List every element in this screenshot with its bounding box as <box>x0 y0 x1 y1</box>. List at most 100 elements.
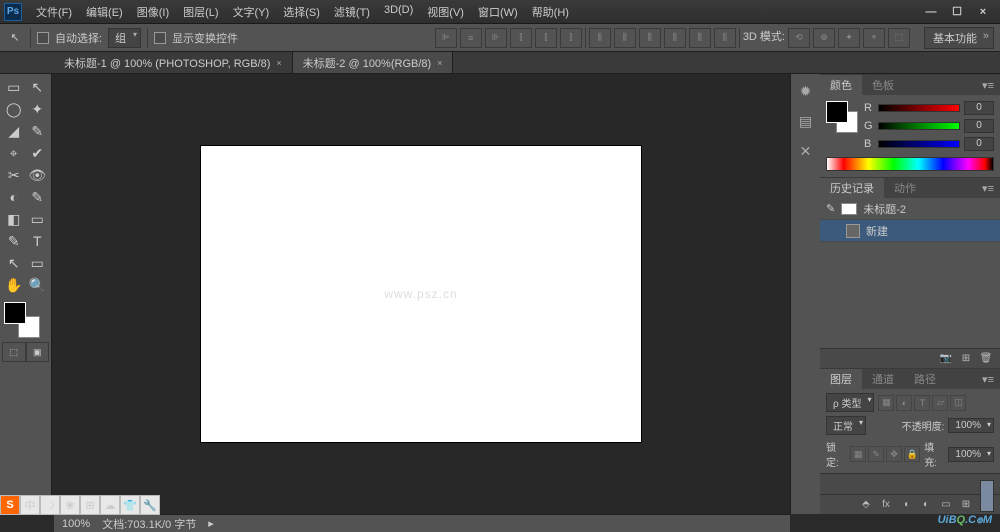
link-icon[interactable]: ⬘ <box>858 498 874 512</box>
menu-view[interactable]: 视图(V) <box>421 2 470 22</box>
fg-swatch[interactable] <box>826 101 848 123</box>
layers-tab[interactable]: 图层 <box>820 369 862 389</box>
document-canvas[interactable] <box>201 146 641 442</box>
filter-adjust-icon[interactable]: ◐ <box>896 395 912 411</box>
shape-tool[interactable]: ▭ <box>26 252 50 274</box>
trash-icon[interactable]: 🗑 <box>978 352 994 366</box>
menu-image[interactable]: 图像(I) <box>131 2 175 22</box>
align-icon[interactable]: ⫿ <box>560 28 582 48</box>
paths-tab[interactable]: 路径 <box>904 369 946 389</box>
doc-info[interactable]: 文档:703.1K/0 字节 <box>102 516 196 532</box>
3d-mode-icon[interactable]: ⌖ <box>863 28 885 48</box>
screenmode-button[interactable]: ▣ <box>26 342 50 362</box>
layer-thumb[interactable] <box>980 480 994 512</box>
filter-smart-icon[interactable]: ◫ <box>950 395 966 411</box>
opacity-value[interactable]: 100% <box>948 418 994 433</box>
fx-icon[interactable]: fx <box>878 498 894 512</box>
menu-file[interactable]: 文件(F) <box>30 2 78 22</box>
new-snapshot-icon[interactable]: ⊞ <box>958 352 974 366</box>
color-tab[interactable]: 颜色 <box>820 75 862 95</box>
ime-logo[interactable]: S <box>0 495 20 515</box>
show-transform-checkbox[interactable] <box>154 32 166 44</box>
lock-all-icon[interactable]: 🔒 <box>904 446 920 462</box>
align-icon[interactable]: ⫿ <box>510 28 532 48</box>
layer-kind-filter[interactable]: ρ 类型 <box>826 393 874 412</box>
adjustment-icon[interactable]: ◐ <box>918 498 934 512</box>
menu-window[interactable]: 窗口(W) <box>472 2 524 22</box>
menu-select[interactable]: 选择(S) <box>277 2 326 22</box>
type-tool[interactable]: T <box>26 230 50 252</box>
heal-tool[interactable]: ⌖ <box>2 142 26 164</box>
ime-flower-icon[interactable]: ❀ <box>60 495 80 515</box>
document-tab[interactable]: 未标题-1 @ 100% (PHOTOSHOP, RGB/8) × <box>54 52 293 73</box>
align-icon[interactable]: ⫿ <box>535 28 557 48</box>
b-slider[interactable] <box>878 140 960 148</box>
marquee-tool[interactable]: ▭ <box>2 76 26 98</box>
ime-cloud-icon[interactable]: ☁ <box>100 495 120 515</box>
auto-select-target[interactable]: 组 <box>108 28 141 48</box>
3d-mode-icon[interactable]: ⊕ <box>813 28 835 48</box>
eyedropper-tool[interactable]: ✎ <box>26 120 50 142</box>
minimize-button[interactable]: — <box>918 3 944 21</box>
align-icon[interactable]: ≡ <box>460 28 482 48</box>
channels-tab[interactable]: 通道 <box>862 369 904 389</box>
3d-mode-icon[interactable]: ⟲ <box>788 28 810 48</box>
distribute-icon[interactable]: ⫼ <box>714 28 736 48</box>
color-swatches[interactable] <box>826 101 858 133</box>
maximize-button[interactable]: ☐ <box>944 3 970 21</box>
quickmask-button[interactable]: ⬚ <box>2 342 26 362</box>
filter-shape-icon[interactable]: ▱ <box>932 395 948 411</box>
tab-close-icon[interactable]: × <box>437 58 442 68</box>
mask-icon[interactable]: ◖ <box>898 498 914 512</box>
layers-list[interactable] <box>820 473 1000 494</box>
pen-tool[interactable]: ✎ <box>2 230 26 252</box>
move-tool[interactable]: ↖ <box>26 76 50 98</box>
path-select-tool[interactable]: ↖ <box>2 252 26 274</box>
ime-moon-icon[interactable]: ☽ <box>40 495 60 515</box>
workspace-selector[interactable]: 基本功能 <box>924 27 994 49</box>
menu-filter[interactable]: 滤镜(T) <box>328 2 376 22</box>
crop-tool[interactable]: ◢ <box>2 120 26 142</box>
menu-help[interactable]: 帮助(H) <box>526 2 575 22</box>
panel-menu-icon[interactable]: ▾≡ <box>976 79 1000 92</box>
close-button[interactable]: × <box>970 3 996 21</box>
g-slider[interactable] <box>878 122 960 130</box>
auto-select-checkbox[interactable] <box>37 32 49 44</box>
lock-pixels-icon[interactable]: ✎ <box>868 446 884 462</box>
color-spectrum[interactable] <box>826 157 994 171</box>
blur-tool[interactable]: ◧ <box>2 208 26 230</box>
ime-shirt-icon[interactable]: 👕 <box>120 495 140 515</box>
align-icon[interactable]: ⊪ <box>485 28 507 48</box>
hand-tool[interactable]: ✋ <box>2 274 26 296</box>
history-snapshot[interactable]: ✎ 未标题-2 <box>820 198 1000 220</box>
lasso-tool[interactable]: ◯ <box>2 98 26 120</box>
distribute-icon[interactable]: ⫼ <box>664 28 686 48</box>
ime-keyboard-icon[interactable]: ⊞ <box>80 495 100 515</box>
stamp-tool[interactable]: ✂ <box>2 164 26 186</box>
filter-type-icon[interactable]: T <box>914 395 930 411</box>
foreground-color[interactable] <box>4 302 26 324</box>
blend-mode-select[interactable]: 正常 <box>826 416 866 435</box>
ime-lang-button[interactable]: 中 <box>20 495 40 515</box>
swatches-strip-icon[interactable]: ▤ <box>795 110 817 132</box>
menu-3d[interactable]: 3D(D) <box>378 2 419 22</box>
menu-layer[interactable]: 图层(L) <box>177 2 224 22</box>
history-step[interactable]: 新建 <box>820 220 1000 242</box>
camera-icon[interactable]: 📷 <box>938 352 954 366</box>
ime-wrench-icon[interactable]: 🔧 <box>140 495 160 515</box>
zoom-tool[interactable]: 🔍 <box>26 274 50 296</box>
distribute-icon[interactable]: ⫼ <box>589 28 611 48</box>
b-value[interactable]: 0 <box>964 137 994 151</box>
wand-tool[interactable]: ✦ <box>26 98 50 120</box>
eraser-tool[interactable]: ◐ <box>2 186 26 208</box>
menu-type[interactable]: 文字(Y) <box>227 2 276 22</box>
history-brush-tool[interactable]: 👁 <box>26 164 50 186</box>
tab-close-icon[interactable]: × <box>276 58 281 68</box>
adjustments-strip-icon[interactable]: ✕ <box>795 140 817 162</box>
gradient-tool[interactable]: ✎ <box>26 186 50 208</box>
panel-menu-icon[interactable]: ▾≡ <box>976 373 1000 386</box>
distribute-icon[interactable]: ⫼ <box>614 28 636 48</box>
color-strip-icon[interactable]: ✹ <box>795 80 817 102</box>
filter-pixel-icon[interactable]: ▦ <box>878 395 894 411</box>
dodge-tool[interactable]: ▭ <box>26 208 50 230</box>
